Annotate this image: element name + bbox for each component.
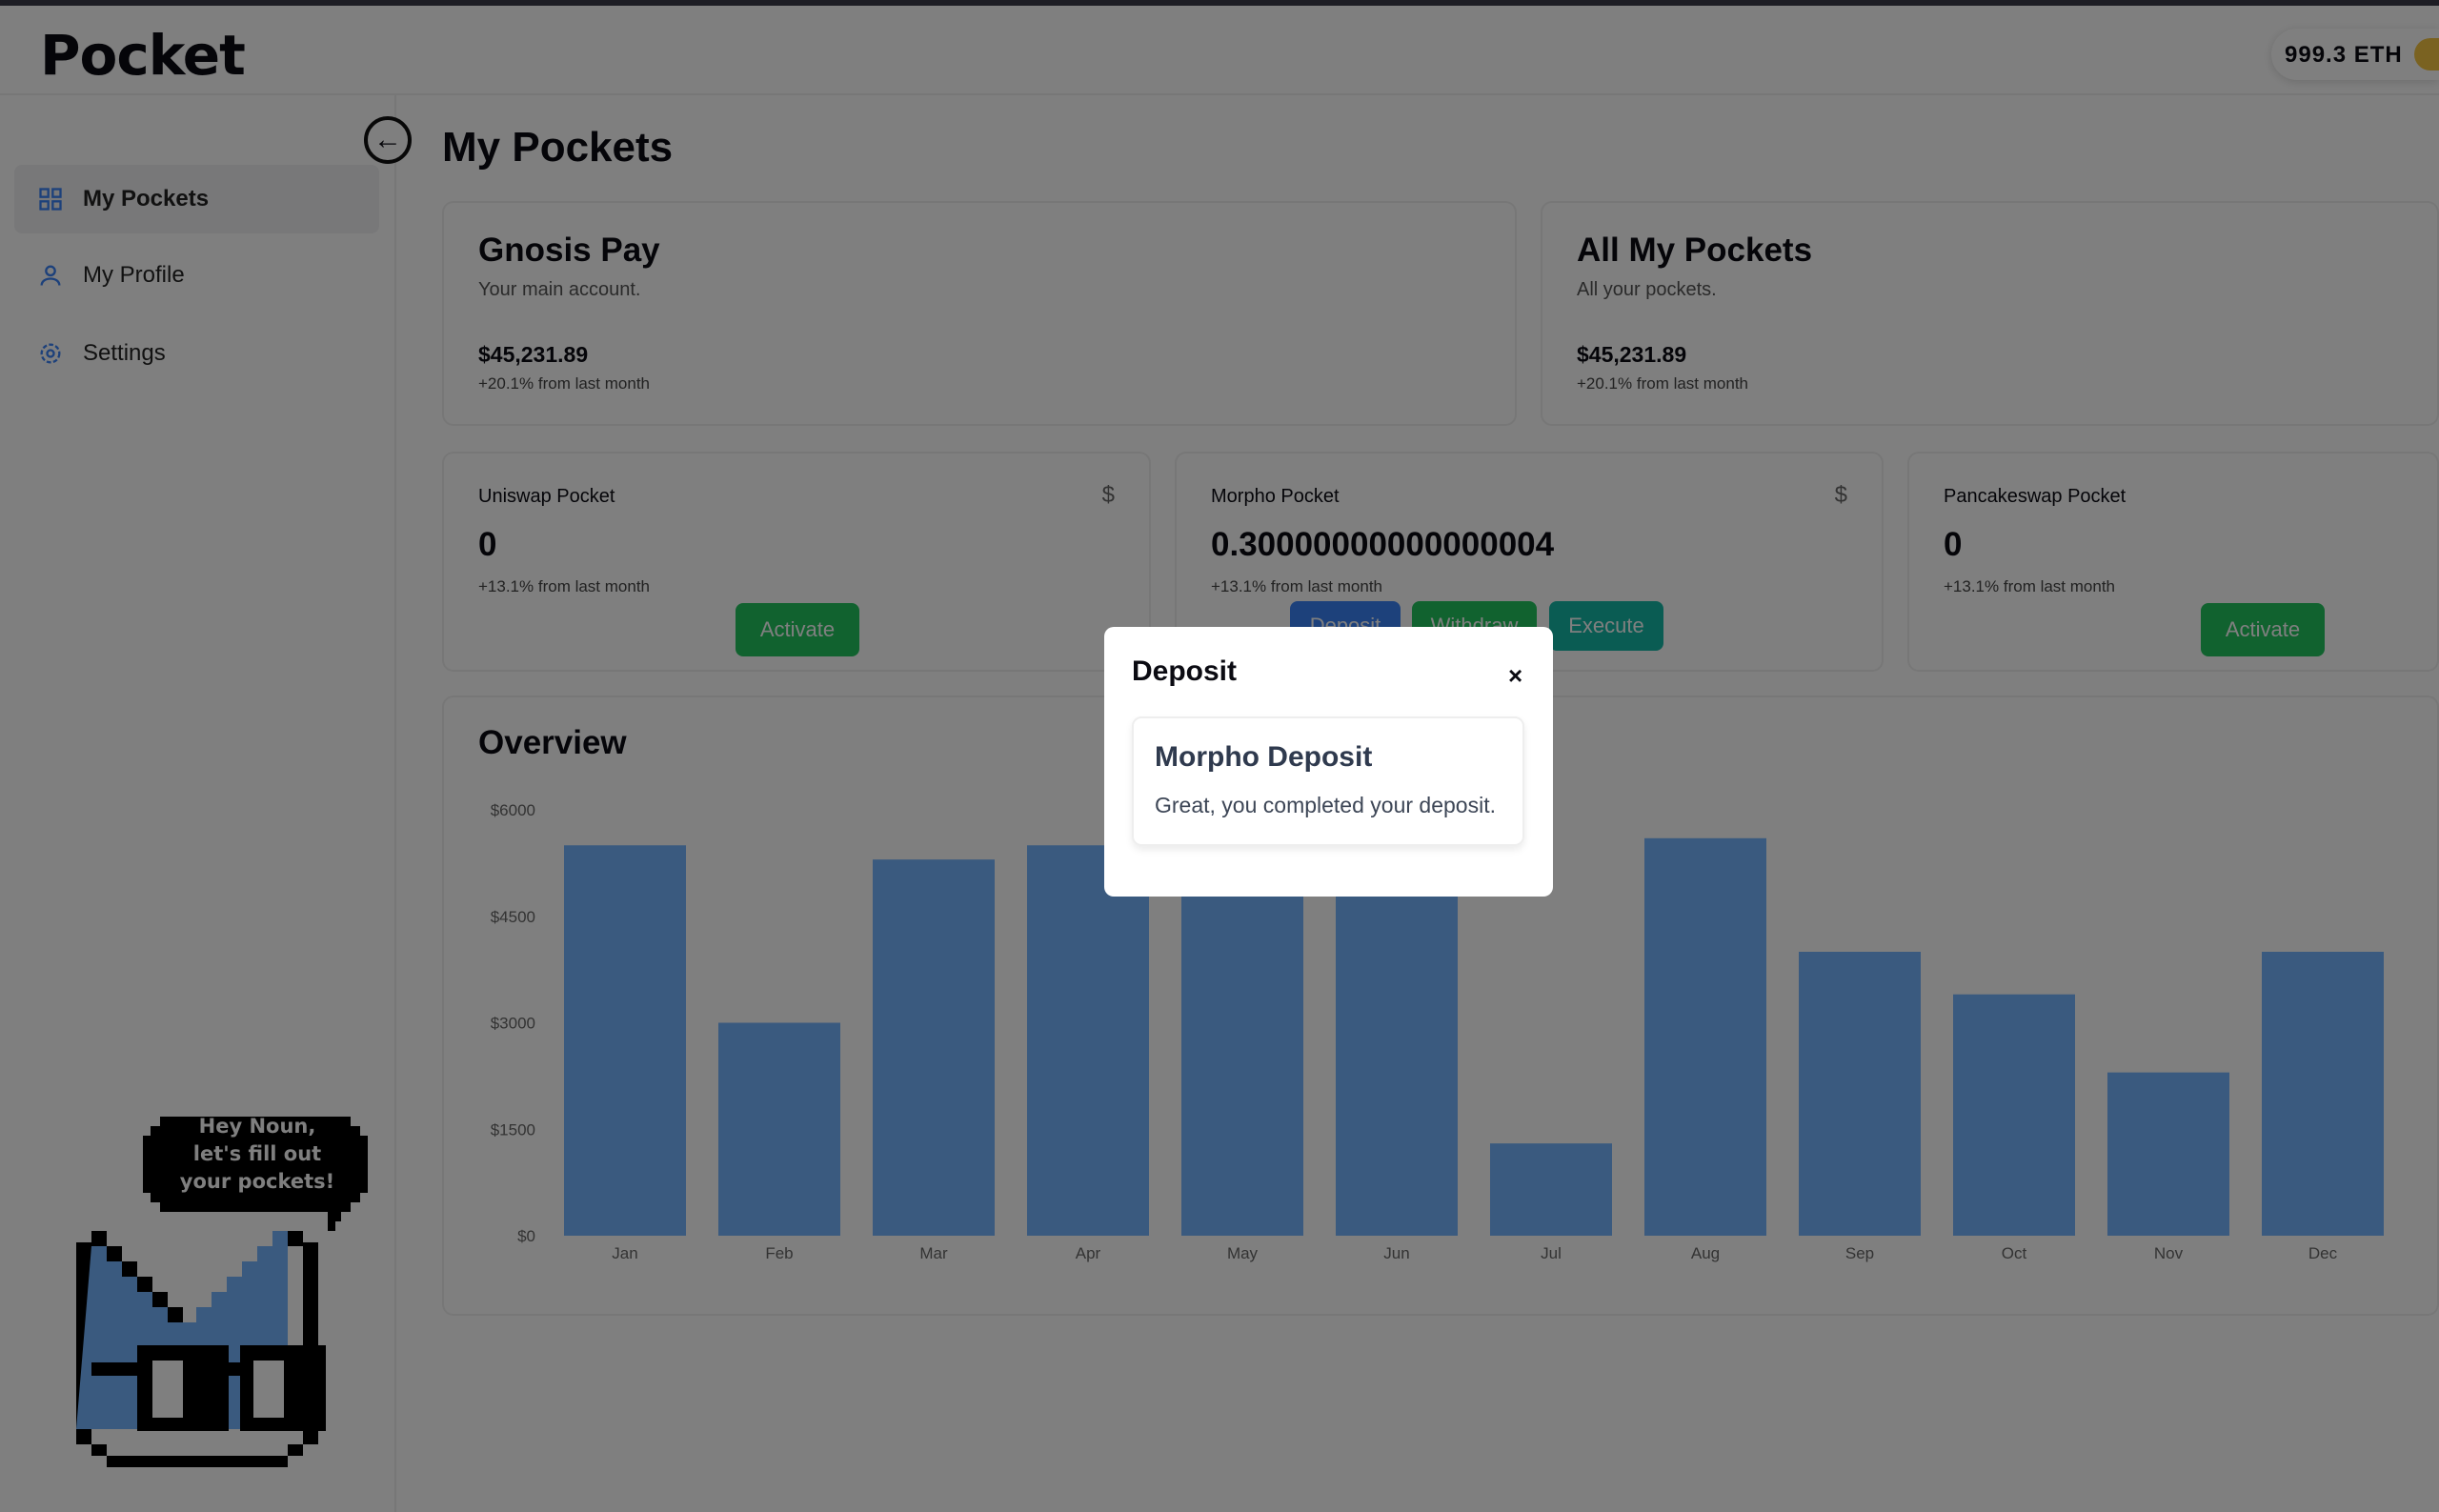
deposit-modal: Deposit × Morpho Deposit Great, you comp… <box>1104 627 1553 897</box>
modal-title: Deposit <box>1132 655 1238 687</box>
close-icon[interactable]: × <box>1508 661 1522 691</box>
confirmation-title: Morpho Deposit <box>1155 741 1373 773</box>
confirmation-message: Great, you completed your deposit. <box>1155 793 1496 817</box>
deposit-confirmation-card: Morpho Deposit Great, you completed your… <box>1132 716 1524 846</box>
